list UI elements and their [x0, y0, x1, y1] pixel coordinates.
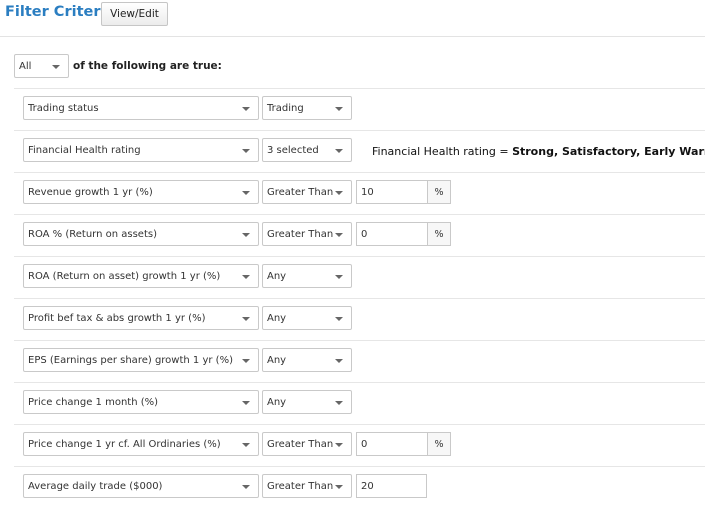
- chevron-down-icon: [242, 401, 250, 405]
- field-select-value: Trading status: [28, 102, 99, 114]
- summary-prefix: Financial Health rating =: [372, 145, 513, 158]
- field-select-value: Profit bef tax & abs growth 1 yr (%): [28, 312, 206, 324]
- chevron-down-icon: [242, 317, 250, 321]
- field-select[interactable]: Revenue growth 1 yr (%): [23, 180, 259, 204]
- unit-label: %: [428, 180, 451, 204]
- operator-select-value: Any: [267, 312, 287, 324]
- operator-select-value: Greater Than: [267, 186, 334, 198]
- field-select-value: Price change 1 month (%): [28, 396, 159, 408]
- operator-select-value: 3 selected: [267, 144, 319, 156]
- operator-select[interactable]: Greater Than: [262, 474, 352, 498]
- criteria-row: Price change 1 yr cf. All Ordinaries (%)…: [14, 424, 705, 466]
- chevron-down-icon: [242, 443, 250, 447]
- chevron-down-icon: [335, 359, 343, 363]
- operator-select[interactable]: Any: [262, 306, 352, 330]
- page-title: Filter Criteria: [5, 4, 116, 20]
- field-select[interactable]: EPS (Earnings per share) growth 1 yr (%): [23, 348, 259, 372]
- operator-select[interactable]: Any: [262, 390, 352, 414]
- filter-header: Filter Criteria View/Edit: [0, 0, 705, 37]
- chevron-down-icon: [335, 191, 343, 195]
- operator-select-value: Trading: [267, 102, 304, 114]
- operator-select-value: Any: [267, 396, 287, 408]
- criteria-row: Financial Health rating 3 selected Finan…: [14, 130, 705, 172]
- operator-select[interactable]: Trading: [262, 96, 352, 120]
- operator-select[interactable]: 3 selected: [262, 138, 352, 162]
- field-select[interactable]: Trading status: [23, 96, 259, 120]
- chevron-down-icon: [335, 233, 343, 237]
- logic-row: All of the following are true:: [14, 54, 222, 78]
- chevron-down-icon: [242, 485, 250, 489]
- chevron-down-icon: [335, 443, 343, 447]
- chevron-down-icon: [242, 359, 250, 363]
- chevron-down-icon: [242, 191, 250, 195]
- field-select[interactable]: Price change 1 month (%): [23, 390, 259, 414]
- chevron-down-icon: [335, 317, 343, 321]
- operator-select-value: Greater Than: [267, 228, 334, 240]
- operator-select-value: Greater Than: [267, 480, 334, 492]
- selection-summary: Financial Health rating = Strong, Satisf…: [372, 145, 705, 158]
- criteria-row: Profit bef tax & abs growth 1 yr (%) Any: [14, 298, 705, 340]
- chevron-down-icon: [52, 65, 60, 69]
- summary-values: Strong, Satisfactory, Early Warning: [512, 145, 705, 158]
- field-select[interactable]: ROA % (Return on assets): [23, 222, 259, 246]
- logic-text: of the following are true:: [73, 60, 222, 72]
- chevron-down-icon: [242, 233, 250, 237]
- operator-select[interactable]: Greater Than: [262, 432, 352, 456]
- field-select[interactable]: Financial Health rating: [23, 138, 259, 162]
- operator-select[interactable]: Greater Than: [262, 222, 352, 246]
- operator-select-value: Any: [267, 354, 287, 366]
- field-select-value: Revenue growth 1 yr (%): [28, 186, 153, 198]
- view-edit-button[interactable]: View/Edit: [101, 2, 168, 26]
- field-select-value: Financial Health rating: [28, 144, 141, 156]
- field-select-value: Price change 1 yr cf. All Ordinaries (%): [28, 438, 221, 450]
- field-select[interactable]: ROA (Return on asset) growth 1 yr (%): [23, 264, 259, 288]
- operator-select-value: Greater Than: [267, 438, 334, 450]
- criteria-row: Price change 1 month (%) Any: [14, 382, 705, 424]
- value-input[interactable]: 20: [356, 474, 427, 498]
- operator-select[interactable]: Any: [262, 348, 352, 372]
- field-select-value: EPS (Earnings per share) growth 1 yr (%): [28, 354, 233, 366]
- operator-select[interactable]: Any: [262, 264, 352, 288]
- value-input[interactable]: 10: [356, 180, 428, 204]
- match-mode-select[interactable]: All: [14, 54, 69, 78]
- operator-select-value: Any: [267, 270, 287, 282]
- field-select[interactable]: Average daily trade ($000): [23, 474, 259, 498]
- match-mode-value: All: [19, 60, 32, 72]
- criteria-list: Trading status Trading Financial Health …: [14, 88, 705, 508]
- field-select-value: ROA % (Return on assets): [28, 228, 157, 240]
- chevron-down-icon: [335, 107, 343, 111]
- chevron-down-icon: [335, 275, 343, 279]
- chevron-down-icon: [242, 275, 250, 279]
- operator-select[interactable]: Greater Than: [262, 180, 352, 204]
- criteria-row: Revenue growth 1 yr (%) Greater Than 10 …: [14, 172, 705, 214]
- criteria-row: Trading status Trading: [14, 88, 705, 130]
- field-select[interactable]: Profit bef tax & abs growth 1 yr (%): [23, 306, 259, 330]
- criteria-row: ROA (Return on asset) growth 1 yr (%) An…: [14, 256, 705, 298]
- criteria-row: Average daily trade ($000) Greater Than …: [14, 466, 705, 508]
- criteria-row: EPS (Earnings per share) growth 1 yr (%)…: [14, 340, 705, 382]
- value-input[interactable]: 0: [356, 222, 428, 246]
- chevron-down-icon: [242, 149, 250, 153]
- criteria-row: ROA % (Return on assets) Greater Than 0 …: [14, 214, 705, 256]
- unit-label: %: [428, 432, 451, 456]
- field-select-value: ROA (Return on asset) growth 1 yr (%): [28, 270, 221, 282]
- unit-label: %: [428, 222, 451, 246]
- chevron-down-icon: [242, 107, 250, 111]
- chevron-down-icon: [335, 149, 343, 153]
- field-select-value: Average daily trade ($000): [28, 480, 163, 492]
- chevron-down-icon: [335, 485, 343, 489]
- chevron-down-icon: [335, 401, 343, 405]
- value-input[interactable]: 0: [356, 432, 428, 456]
- field-select[interactable]: Price change 1 yr cf. All Ordinaries (%): [23, 432, 259, 456]
